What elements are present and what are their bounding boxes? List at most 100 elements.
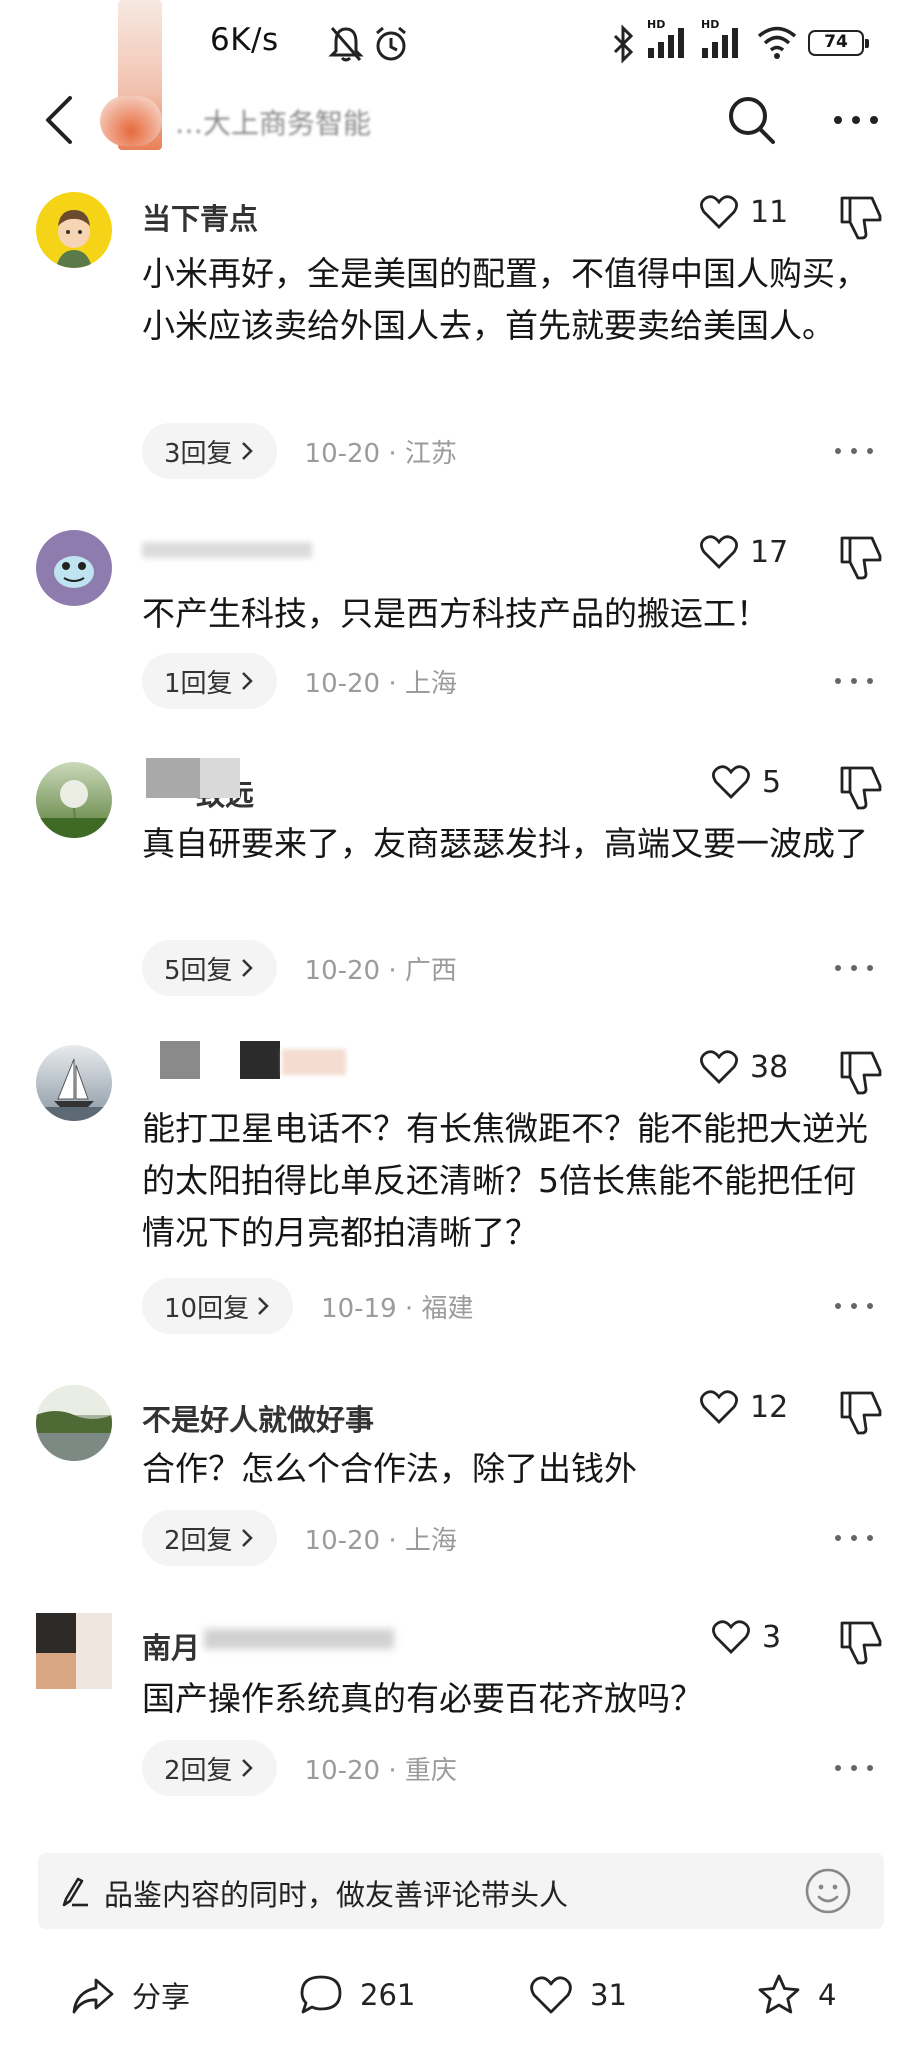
back-arrow-icon[interactable] bbox=[34, 92, 86, 148]
username-redaction bbox=[204, 1629, 394, 1649]
share-label: 分享 bbox=[132, 1980, 191, 2014]
chevron-right-icon bbox=[241, 1759, 253, 1777]
comment-more-icon[interactable] bbox=[832, 1528, 876, 1548]
search-icon[interactable] bbox=[724, 92, 780, 148]
like-button[interactable]: 3 bbox=[712, 1617, 781, 1657]
comment-more-icon[interactable] bbox=[832, 1296, 876, 1316]
heart-icon bbox=[700, 1390, 738, 1424]
dislike-icon[interactable] bbox=[838, 764, 884, 810]
chevron-right-icon bbox=[241, 442, 253, 460]
comment-meta: 2回复 10-20 · 重庆 bbox=[142, 1740, 457, 1796]
battery-indicator: 74 bbox=[808, 30, 869, 56]
comment-meta: 5回复 10-20 · 广西 bbox=[142, 940, 457, 996]
chevron-right-icon bbox=[241, 959, 253, 977]
avatar[interactable] bbox=[36, 192, 112, 268]
username-redaction bbox=[160, 1041, 200, 1079]
chevron-right-icon bbox=[241, 1529, 253, 1547]
comment-meta: 2回复 10-20 · 上海 bbox=[142, 1510, 457, 1566]
like-post-button[interactable]: 31 bbox=[528, 1969, 627, 2021]
heart-icon bbox=[712, 1620, 750, 1654]
bluetooth-icon bbox=[613, 24, 634, 64]
mute-bell-icon bbox=[328, 27, 364, 62]
comment-input[interactable]: 品鉴内容的同时，做友善评论带头人 bbox=[38, 1853, 884, 1929]
dislike-icon[interactable] bbox=[838, 534, 884, 580]
heart-icon bbox=[530, 1976, 572, 2014]
emoji-icon[interactable] bbox=[804, 1867, 852, 1915]
reply-count: 2回复 bbox=[164, 1525, 233, 1556]
like-button[interactable]: 12 bbox=[700, 1387, 788, 1427]
date-location: 10-20 · 上海 bbox=[304, 668, 457, 699]
dislike-icon[interactable] bbox=[838, 1389, 884, 1435]
date-location: 10-20 · 江苏 bbox=[304, 438, 457, 469]
username[interactable]: 南月 bbox=[142, 1625, 200, 1667]
heart-icon bbox=[700, 195, 738, 229]
date-location: 10-19 · 福建 bbox=[321, 1293, 474, 1324]
bottom-action-bar: 分享 261 31 4 bbox=[0, 1955, 922, 2035]
like-count: 11 bbox=[750, 194, 789, 230]
like-count: 38 bbox=[750, 1049, 789, 1085]
reply-count-button[interactable]: 10回复 bbox=[142, 1278, 294, 1334]
comment-meta: 3回复 10-20 · 江苏 bbox=[142, 423, 457, 479]
reply-count: 5回复 bbox=[164, 955, 233, 986]
reply-count-button[interactable]: 5回复 bbox=[142, 940, 277, 996]
like-count: 17 bbox=[750, 534, 789, 570]
avatar[interactable] bbox=[36, 762, 112, 838]
channel-avatar[interactable] bbox=[100, 96, 162, 146]
reply-count: 2回复 bbox=[164, 1755, 233, 1786]
username-redaction bbox=[142, 542, 312, 558]
like-button[interactable]: 11 bbox=[700, 192, 788, 232]
heart-icon bbox=[700, 1050, 738, 1084]
comment-button[interactable]: 261 bbox=[298, 1969, 415, 2021]
reply-count-button[interactable]: 3回复 bbox=[142, 423, 277, 479]
dislike-icon[interactable] bbox=[838, 1619, 884, 1665]
heart-icon bbox=[700, 535, 738, 569]
avatar[interactable] bbox=[36, 1613, 112, 1689]
avatar[interactable] bbox=[36, 1045, 112, 1121]
reply-count-button[interactable]: 1回复 bbox=[142, 653, 277, 709]
comment-meta: 10回复 10-19 · 福建 bbox=[142, 1278, 473, 1334]
dislike-icon[interactable] bbox=[838, 1049, 884, 1095]
comment-text: 国产操作系统真的有必要百花齐放吗？ bbox=[142, 1679, 703, 1718]
like-count: 31 bbox=[590, 1978, 627, 2012]
reply-count-button[interactable]: 2回复 bbox=[142, 1740, 277, 1796]
status-bar: 6K/s HD HD 74 bbox=[0, 0, 922, 150]
favorite-count: 4 bbox=[818, 1978, 837, 2012]
battery-level: 74 bbox=[824, 32, 848, 52]
username-redaction bbox=[146, 758, 200, 798]
comment-text: 真自研要来了，友商瑟瑟发抖，高端又要一波成了 bbox=[142, 824, 868, 863]
dislike-icon[interactable] bbox=[838, 194, 884, 240]
avatar[interactable] bbox=[36, 1385, 112, 1461]
more-options-icon[interactable] bbox=[826, 100, 886, 140]
favorite-button[interactable]: 4 bbox=[756, 1969, 836, 2021]
reply-count-button[interactable]: 2回复 bbox=[142, 1510, 277, 1566]
like-button[interactable]: 17 bbox=[700, 532, 788, 572]
username-redaction bbox=[240, 1041, 280, 1079]
date-location: 10-20 · 重庆 bbox=[304, 1755, 457, 1786]
share-icon bbox=[72, 1978, 114, 2014]
username[interactable]: 不是好人就做好事 bbox=[142, 1397, 374, 1439]
comment-text: 合作？怎么个合作法，除了出钱外 bbox=[142, 1449, 637, 1488]
comment-text: 能打卫星电话不？有长焦微距不？能不能把大逆光的太阳拍得比单反还清晰？5倍长焦能不… bbox=[142, 1109, 868, 1252]
chevron-right-icon bbox=[241, 672, 253, 690]
page-title: …大上商务智能 bbox=[175, 107, 372, 140]
username[interactable]: 当下青点 bbox=[142, 196, 258, 238]
network-speed: 6K/s bbox=[210, 22, 279, 58]
comment-more-icon[interactable] bbox=[832, 958, 876, 978]
pen-icon bbox=[62, 1877, 88, 1907]
like-button[interactable]: 38 bbox=[700, 1047, 788, 1087]
chevron-right-icon bbox=[258, 1297, 269, 1315]
like-count: 12 bbox=[750, 1389, 789, 1425]
hd-badge-1: HD bbox=[647, 18, 666, 31]
comment-more-icon[interactable] bbox=[832, 1758, 876, 1778]
date-location: 10-20 · 上海 bbox=[304, 1525, 457, 1556]
like-count: 5 bbox=[762, 764, 782, 800]
comment-more-icon[interactable] bbox=[832, 671, 876, 691]
like-count: 3 bbox=[762, 1619, 782, 1655]
alarm-icon bbox=[376, 26, 406, 61]
share-button[interactable]: 分享 bbox=[70, 1969, 190, 2021]
like-button[interactable]: 5 bbox=[712, 762, 781, 802]
date-location: 10-20 · 广西 bbox=[304, 955, 457, 986]
comment-more-icon[interactable] bbox=[832, 441, 876, 461]
comment-bubble-icon bbox=[300, 1975, 342, 2014]
avatar[interactable] bbox=[36, 530, 112, 606]
